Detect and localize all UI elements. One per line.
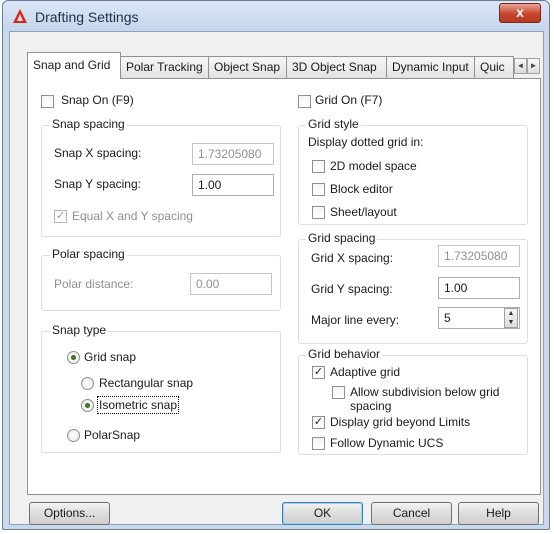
polarsnap-label: PolarSnap <box>84 428 141 442</box>
grid-style-heading: Grid style <box>306 117 361 131</box>
tab-label: Polar Tracking <box>126 60 203 74</box>
dotted-grid-label: Display dotted grid in: <box>308 135 424 149</box>
grid-snap-radio[interactable] <box>67 351 80 364</box>
grid-beyond-limits-checkbox[interactable]: ✓ <box>312 416 325 429</box>
rectangular-snap-label: Rectangular snap <box>99 376 194 390</box>
close-icon: x <box>516 4 524 20</box>
tab-snap-and-grid[interactable]: Snap and Grid <box>27 52 121 79</box>
tab-label: Snap and Grid <box>33 58 111 72</box>
adaptive-grid-label: Adaptive grid <box>330 365 401 379</box>
major-line-spinner-icon[interactable]: ▲ ▼ <box>504 308 518 328</box>
polar-distance-label: Polar distance: <box>54 277 134 291</box>
snap-type-heading: Snap type <box>50 323 109 337</box>
grid-y-spacing-label: Grid Y spacing: <box>311 282 393 296</box>
autocad-logo-icon <box>13 9 27 23</box>
title-bar[interactable]: Drafting Settings x <box>3 1 549 31</box>
snap-y-spacing-label: Snap Y spacing: <box>54 177 141 191</box>
tab-label: Object Snap <box>214 60 281 74</box>
follow-dynamic-ucs-label: Follow Dynamic UCS <box>330 436 444 450</box>
tab-dynamic-input[interactable]: Dynamic Input <box>386 56 475 78</box>
tab-label: Dynamic Input <box>392 60 469 74</box>
allow-subdivision-checkbox[interactable] <box>332 386 345 399</box>
grid-snap-label: Grid snap <box>84 350 137 364</box>
snap-x-spacing-field[interactable]: 1.73205080 <box>192 143 274 165</box>
snap-x-spacing-label: Snap X spacing: <box>54 146 142 160</box>
window-title: Drafting Settings <box>35 9 139 25</box>
snap-on-checkbox[interactable] <box>41 95 54 108</box>
isometric-snap-radio[interactable] <box>81 399 94 412</box>
sheet-layout-checkbox[interactable] <box>312 206 325 219</box>
grid-x-spacing-field[interactable]: 1.73205080 <box>438 245 520 267</box>
tab-object-snap[interactable]: Object Snap <box>208 56 287 78</box>
polar-distance-field[interactable]: 0.00 <box>190 273 272 295</box>
tab-scroll-right-icon[interactable]: ► <box>527 58 540 74</box>
block-editor-label: Block editor <box>330 182 393 196</box>
adaptive-grid-checkbox[interactable]: ✓ <box>312 366 325 379</box>
polar-spacing-heading: Polar spacing <box>50 247 127 261</box>
dialog-body: Snap and Grid Polar Tracking Object Snap… <box>9 31 544 525</box>
grid-on-checkbox[interactable] <box>298 95 311 108</box>
grid-behavior-heading: Grid behavior <box>306 347 383 361</box>
snap-on-label: Snap On (F9) <box>61 93 134 107</box>
rectangular-snap-radio[interactable] <box>81 377 94 390</box>
isometric-snap-label: Isometric snap <box>96 396 180 414</box>
snap-and-grid-panel: Snap On (F9) Snap spacing Snap X spacing… <box>27 78 541 495</box>
major-line-label: Major line every: <box>311 313 400 327</box>
tab-3d-object-snap[interactable]: 3D Object Snap <box>286 56 387 78</box>
grid-beyond-limits-label: Display grid beyond Limits <box>330 415 471 429</box>
allow-subdivision-label-cont: spacing <box>350 399 392 413</box>
close-button[interactable]: x <box>499 3 541 23</box>
polarsnap-radio[interactable] <box>67 429 80 442</box>
sheet-layout-label: Sheet/layout <box>330 205 397 219</box>
tab-polar-tracking[interactable]: Polar Tracking <box>120 56 209 78</box>
snap-y-spacing-field[interactable]: 1.00 <box>192 174 274 196</box>
grid-y-spacing-field[interactable]: 1.00 <box>438 277 520 299</box>
tab-quick-properties[interactable]: Quic <box>474 56 514 78</box>
tab-scroll-left-icon[interactable]: ◄ <box>514 58 527 74</box>
equal-spacing-label: Equal X and Y spacing <box>72 209 193 223</box>
grid-spacing-heading: Grid spacing <box>306 231 378 245</box>
ok-button[interactable]: OK <box>282 502 363 525</box>
grid-on-label: Grid On (F7) <box>315 93 383 107</box>
follow-dynamic-ucs-checkbox[interactable] <box>312 437 325 450</box>
model-space-checkbox[interactable] <box>312 160 325 173</box>
block-editor-checkbox[interactable] <box>312 183 325 196</box>
equal-spacing-checkbox[interactable]: ✓ <box>54 210 67 223</box>
drafting-settings-dialog: Drafting Settings x Snap and Grid Polar … <box>2 0 550 530</box>
cancel-button[interactable]: Cancel <box>371 502 452 525</box>
tab-label: 3D Object Snap <box>292 60 377 74</box>
snap-spacing-heading: Snap spacing <box>50 117 127 131</box>
help-button[interactable]: Help <box>458 502 539 525</box>
model-space-label: 2D model space <box>330 159 417 173</box>
tab-label: Quic <box>480 60 505 74</box>
grid-x-spacing-label: Grid X spacing: <box>311 251 394 265</box>
allow-subdivision-label: Allow subdivision below grid <box>350 385 500 399</box>
options-button[interactable]: Options... <box>29 502 110 525</box>
